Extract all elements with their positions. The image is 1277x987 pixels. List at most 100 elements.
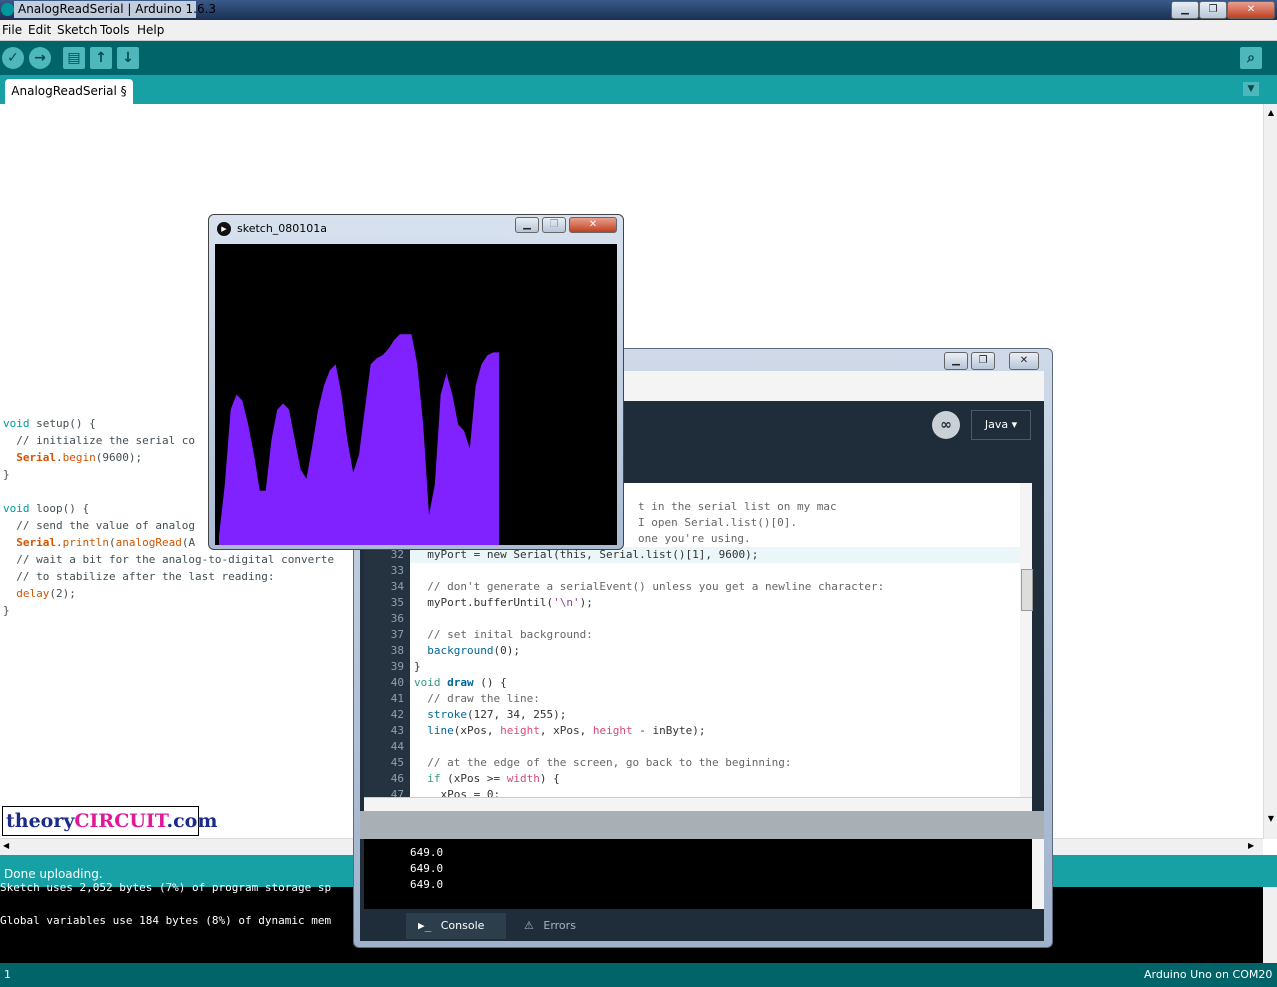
sketch-close-button[interactable]: ✕ <box>569 217 617 233</box>
scroll-thumb[interactable] <box>1021 569 1033 611</box>
graph-area <box>219 334 499 545</box>
tab-menu-button[interactable]: ▼ <box>1243 82 1259 96</box>
sketch-canvas <box>215 244 617 545</box>
sketch-minimize-button[interactable]: ▁ <box>515 217 539 233</box>
code-token: (127, 34, 255); <box>467 708 567 721</box>
scroll-left-icon[interactable]: ◀ <box>3 841 9 850</box>
code-token: (0); <box>493 644 520 657</box>
code-token: setup() { <box>29 417 96 430</box>
line-number: 37 <box>390 628 404 641</box>
arrow-up-icon: ↑ <box>95 50 107 66</box>
code-token: myPort.bufferUntil( <box>427 596 554 609</box>
processing-code-top: t in the serial list on my mac I open Se… <box>638 499 837 547</box>
processing-minimize-button[interactable]: ▁ <box>944 352 968 370</box>
code-comment: // wait a bit for the analog-to-digital … <box>3 553 335 566</box>
sketch-maximize-button[interactable]: ❐ <box>542 217 566 233</box>
code-token: Serial <box>16 451 56 464</box>
verify-button[interactable]: ✓ <box>2 47 24 69</box>
code-token: line <box>427 724 454 737</box>
code-comment: // draw the line: <box>414 692 540 705</box>
line-number: 42 <box>390 708 404 721</box>
processing-horizontal-scrollbar[interactable] <box>364 797 1032 812</box>
code-comment: // to stabilize after the last reading: <box>3 570 275 583</box>
code-token: '\n' <box>553 596 580 609</box>
terminal-icon: ▶_ <box>418 919 432 932</box>
close-button[interactable]: ✕ <box>1227 1 1275 19</box>
check-icon: ✓ <box>7 50 19 66</box>
code-comment: // initialize the serial co <box>3 434 196 447</box>
new-file-icon: ▤ <box>67 50 81 66</box>
console-value: 649.0 <box>410 862 444 875</box>
new-button[interactable]: ▤ <box>63 47 85 69</box>
code-comment: // send the value of analog <box>3 519 196 532</box>
tab-errors[interactable]: ⚠ Errors <box>510 913 596 939</box>
menu-edit[interactable]: Edit <box>28 23 51 37</box>
arrow-down-icon: ↓ <box>122 50 134 66</box>
scroll-up-icon[interactable]: ▲ <box>1265 108 1277 118</box>
status-message: Done uploading. <box>4 867 103 881</box>
line-number: 33 <box>390 564 404 577</box>
menubar: File Edit Sketch Tools Help <box>0 20 1277 41</box>
footer-bar: 1 Arduino Uno on COM20 <box>0 963 1277 987</box>
console-scrollbar[interactable] <box>1263 887 1277 963</box>
logo-text: CIRCUIT <box>74 810 167 832</box>
code-token: () { <box>473 676 507 689</box>
code-token: stroke <box>427 708 467 721</box>
menu-tools[interactable]: Tools <box>100 23 130 37</box>
open-button[interactable]: ↑ <box>90 47 112 69</box>
tab-label: Console <box>440 919 485 932</box>
arduino-titlebar: AnalogReadSerial | Arduino 1.6.3 ▁ ❐ ✕ <box>0 0 1277 20</box>
warning-icon: ⚠ <box>524 919 534 932</box>
code-comment: // at the edge of the screen, go back to… <box>414 756 792 769</box>
processing-console: 649.0 649.0 649.0 <box>364 839 1044 909</box>
tab-console[interactable]: ▶_ Console <box>406 913 506 939</box>
tab-analogreadserial[interactable]: AnalogReadSerial § <box>5 79 133 104</box>
sketch-window: ▶ sketch_080101a ▁ ❐ ✕ <box>208 214 624 550</box>
processing-close-button[interactable]: ✕ <box>1009 352 1039 370</box>
code-token: height <box>500 724 540 737</box>
code-token: (2); <box>49 587 76 600</box>
menu-help[interactable]: Help <box>137 23 164 37</box>
line-number: 40 <box>390 676 404 689</box>
processing-code: myPort = new Serial(this, Serial.list()[… <box>414 547 884 803</box>
code-token: void <box>414 676 441 689</box>
code-token: } <box>3 604 10 617</box>
maximize-button[interactable]: ❐ <box>1199 1 1227 19</box>
processing-maximize-button[interactable]: ❐ <box>971 352 995 370</box>
processing-vertical-scrollbar[interactable] <box>1020 483 1033 797</box>
magnifier-icon: ⌕ <box>1247 50 1255 66</box>
save-button[interactable]: ↓ <box>117 47 139 69</box>
code-token: width <box>506 772 540 785</box>
code-comment: t in the serial list on my mac <box>638 500 837 513</box>
console-line: Sketch uses 2,052 bytes (7%) of program … <box>0 881 332 894</box>
serial-monitor-button[interactable]: ⌕ <box>1240 47 1262 69</box>
code-comment: // set inital background: <box>414 628 593 641</box>
console-value: 649.0 <box>410 846 444 859</box>
code-comment: I open Serial.list()[0]. <box>638 516 797 529</box>
chevron-down-icon: ▼ <box>1247 84 1255 94</box>
line-number: 45 <box>390 756 404 769</box>
code-token: void <box>3 502 30 515</box>
menu-sketch[interactable]: Sketch <box>57 23 97 37</box>
menu-file[interactable]: File <box>2 23 22 37</box>
code-token: Serial <box>16 536 56 549</box>
code-token: loop() { <box>29 502 90 515</box>
scroll-down-icon[interactable]: ▼ <box>1265 814 1277 824</box>
console-scrollbar[interactable] <box>1032 839 1044 909</box>
console-output: 649.0 649.0 649.0 <box>410 845 443 893</box>
editor-vertical-scrollbar[interactable]: ▲ ▼ <box>1263 104 1277 839</box>
code-token: background <box>427 644 494 657</box>
code-comment: one you're using. <box>638 532 751 545</box>
upload-button[interactable]: → <box>29 47 51 69</box>
minimize-button[interactable]: ▁ <box>1171 1 1199 19</box>
mode-selector[interactable]: Java ▾ <box>971 410 1031 440</box>
code-token: (9600); <box>95 451 143 464</box>
code-token: } <box>414 660 421 673</box>
scroll-right-icon[interactable]: ▶ <box>1248 841 1254 850</box>
logo-text: theory <box>6 810 75 832</box>
code-token: . <box>56 451 63 464</box>
